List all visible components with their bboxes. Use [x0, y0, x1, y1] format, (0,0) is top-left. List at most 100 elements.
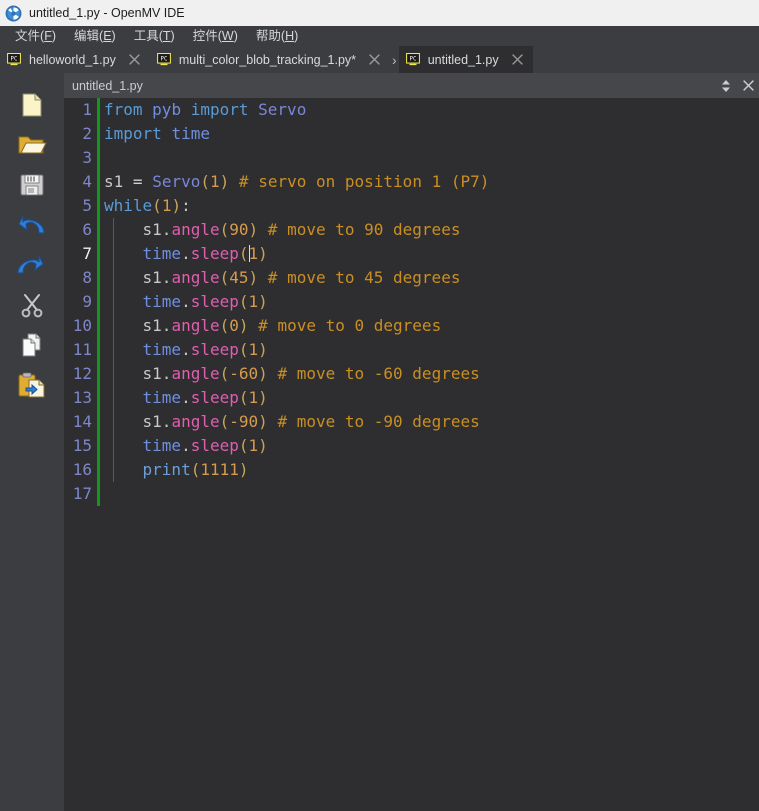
undo-button[interactable] [0, 205, 64, 245]
tab-untitled[interactable]: PC untitled_1.py [398, 46, 533, 73]
line-number: 3 [82, 148, 92, 167]
line-number: 15 [72, 436, 92, 455]
code-line-text: time.sleep(1) [100, 434, 759, 458]
tab-multi-color-blob-tracking[interactable]: PC multi_color_blob_tracking_1.py* [149, 46, 391, 73]
close-icon[interactable] [128, 53, 141, 66]
code-line[interactable]: 3 [64, 146, 759, 170]
code-line[interactable]: 1 from pyb import Servo [64, 98, 759, 122]
tab-overflow-chevron[interactable]: › [390, 46, 399, 73]
code-line-text: while(1): [104, 196, 191, 215]
line-number: 11 [72, 340, 92, 359]
svg-text:PC: PC [160, 56, 167, 62]
tab-multi-color-blob-tracking-label: multi_color_blob_tracking_1.py* [178, 52, 357, 67]
code-line[interactable]: 15 time.sleep(1) [64, 434, 759, 458]
code-editor[interactable]: 1 from pyb import Servo 2 import time 3 … [64, 98, 759, 811]
menu-tools[interactable]: 工具(T) [125, 26, 184, 46]
menu-tools-label: 工具 [133, 29, 159, 43]
paste-button[interactable] [0, 365, 64, 405]
line-number: 14 [72, 412, 92, 431]
tab-helloworld[interactable]: PC helloworld_1.py [0, 46, 150, 73]
openmv-aperture-icon [5, 5, 22, 21]
code-line-text: s1.angle(0) # move to 0 degrees [100, 314, 759, 338]
indent-guide [113, 242, 114, 266]
code-line[interactable]: 6 s1.angle(90) # move to 90 degrees [64, 218, 759, 242]
modified-line-marker [97, 482, 100, 506]
save-file-button[interactable] [0, 165, 64, 205]
code-line[interactable]: 5 while(1): [64, 194, 759, 218]
menu-edit[interactable]: 编辑(E) [65, 26, 125, 46]
code-line-text: s1.angle(-90) # move to -90 degrees [100, 410, 759, 434]
new-file-button[interactable] [0, 85, 64, 125]
chevron-right-icon: › [392, 51, 397, 68]
open-folder-icon [18, 136, 47, 154]
code-line[interactable]: 10 s1.angle(0) # move to 0 degrees [64, 314, 759, 338]
svg-text:PC: PC [11, 56, 18, 62]
pc-monitor-icon: PC [7, 53, 21, 66]
line-number: 9 [82, 292, 92, 311]
indent-guide [113, 338, 114, 362]
line-number: 1 [82, 100, 92, 119]
redo-arrow-icon [17, 255, 44, 274]
code-line-text: from pyb import Servo [104, 100, 307, 119]
document-subtab-label[interactable]: untitled_1.py [64, 79, 715, 93]
pc-monitor-icon: PC [405, 53, 420, 66]
code-line-text: s1.angle(45) # move to 45 degrees [100, 266, 759, 290]
line-number: 4 [82, 172, 92, 191]
indent-guide [113, 314, 114, 338]
split-editor-button[interactable] [715, 75, 737, 97]
left-toolbar [0, 73, 64, 811]
code-line-text: s1 = Servo(1) # servo on position 1 (P7) [104, 172, 490, 191]
menu-widgets[interactable]: 控件(W) [184, 26, 247, 46]
scissors-icon [21, 294, 43, 318]
line-number: 5 [82, 196, 92, 215]
code-line-text: print(1111) [100, 458, 759, 482]
code-line-current[interactable]: 7 time.sleep(1) [64, 242, 759, 266]
menu-edit-accel: E [103, 29, 112, 43]
code-line[interactable]: 11 time.sleep(1) [64, 338, 759, 362]
code-line-text: time.sleep(1) [100, 338, 759, 362]
undo-arrow-icon [18, 215, 45, 234]
line-number: 17 [72, 484, 92, 503]
redo-button[interactable] [0, 245, 64, 285]
indent-guide [113, 218, 114, 242]
menu-help-accel: H [285, 29, 295, 43]
code-line[interactable]: 4 s1 = Servo(1) # servo on position 1 (P… [64, 170, 759, 194]
code-line[interactable]: 14 s1.angle(-90) # move to -90 degrees [64, 410, 759, 434]
window-title: untitled_1.py - OpenMV IDE [29, 6, 185, 20]
close-icon[interactable] [511, 53, 524, 66]
code-line[interactable]: 13 time.sleep(1) [64, 386, 759, 410]
open-file-button[interactable] [0, 125, 64, 165]
workspace: untitled_1.py 1 from pyb import Servo 2 … [0, 73, 759, 811]
indent-guide [113, 458, 114, 482]
menu-file[interactable]: 文件(F) [6, 26, 65, 46]
line-number: 8 [82, 268, 92, 287]
new-file-icon [22, 93, 42, 117]
code-line[interactable]: 2 import time [64, 122, 759, 146]
code-line[interactable]: 12 s1.angle(-60) # move to -60 degrees [64, 362, 759, 386]
line-number: 2 [82, 124, 92, 143]
line-number: 10 [72, 316, 92, 335]
close-document-button[interactable] [737, 75, 759, 97]
line-number: 6 [82, 220, 92, 239]
line-number: 13 [72, 388, 92, 407]
code-line[interactable]: 17 [64, 482, 759, 506]
code-line[interactable]: 9 time.sleep(1) [64, 290, 759, 314]
indent-guide [113, 266, 114, 290]
code-line[interactable]: 8 s1.angle(45) # move to 45 degrees [64, 266, 759, 290]
modified-line-marker [97, 146, 100, 170]
copy-button[interactable] [0, 325, 64, 365]
menu-file-label: 文件 [15, 29, 41, 43]
copy-pages-icon [22, 333, 41, 357]
tab-untitled-label: untitled_1.py [427, 52, 499, 67]
cut-button[interactable] [0, 285, 64, 325]
menu-widgets-label: 控件 [192, 29, 218, 43]
indent-guide [113, 386, 114, 410]
code-line-text: s1.angle(90) # move to 90 degrees [100, 218, 759, 242]
code-line[interactable]: 16 print(1111) [64, 458, 759, 482]
menu-tools-accel: T [162, 29, 171, 43]
menu-help[interactable]: 帮助(H) [247, 26, 307, 46]
editor-tabbar: PC helloworld_1.py PC multi_color_blob_t… [0, 46, 759, 73]
split-vertical-icon [722, 79, 730, 92]
close-icon[interactable] [368, 53, 381, 66]
indent-guide [113, 362, 114, 386]
